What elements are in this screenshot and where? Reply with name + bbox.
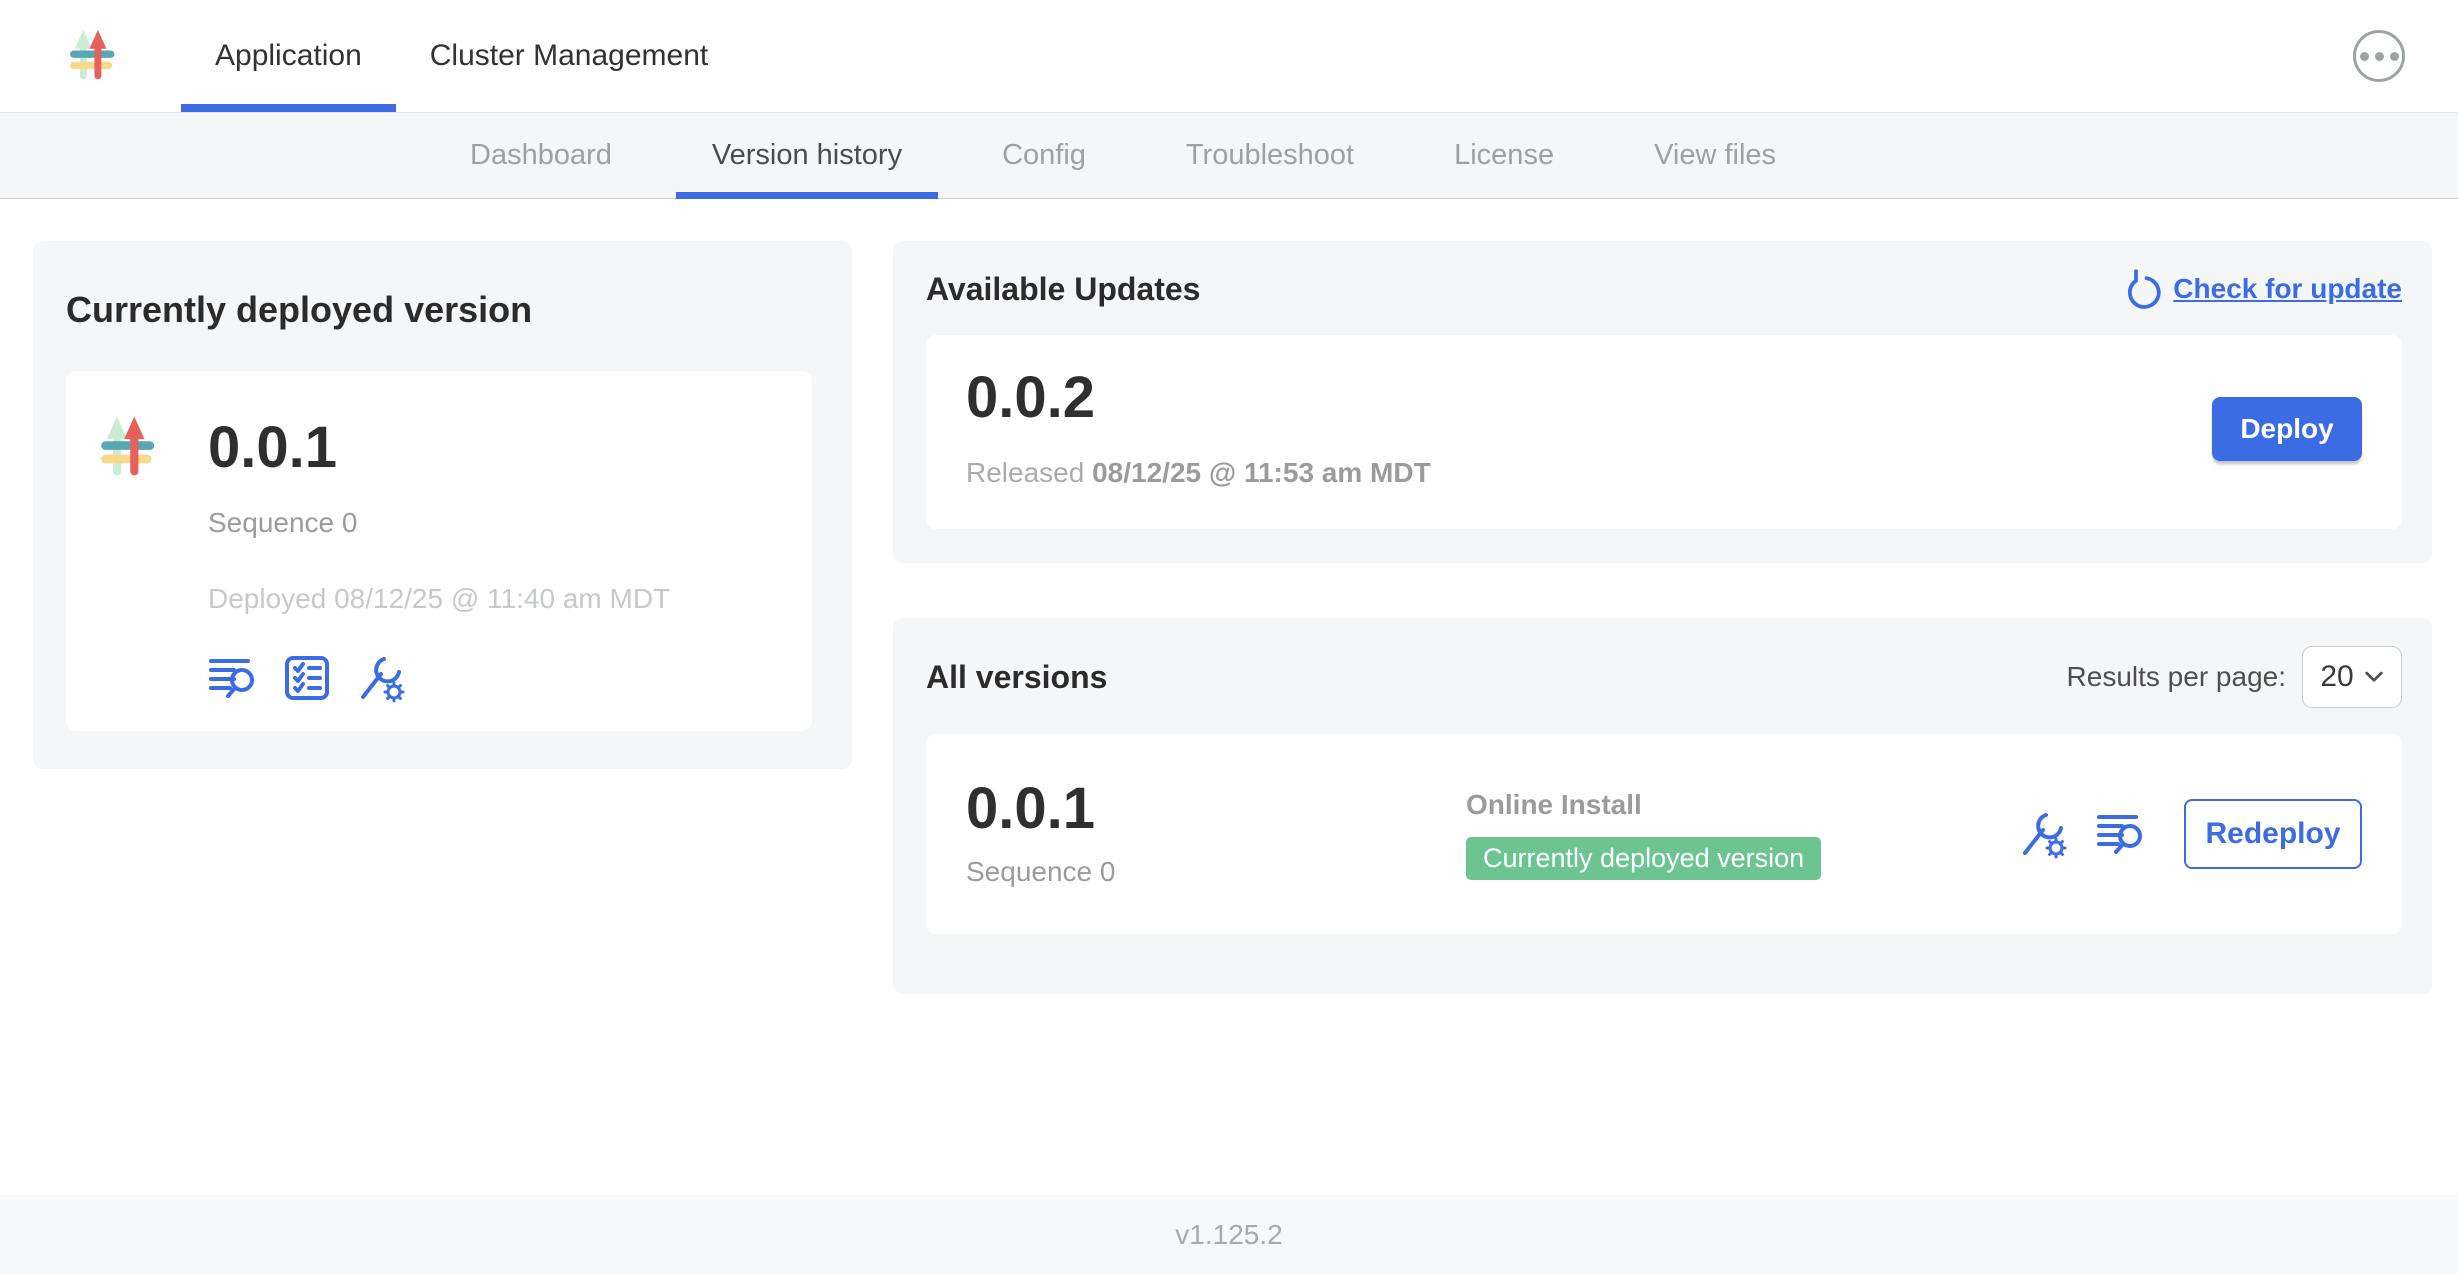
check-for-update-label: Check for update — [2173, 273, 2402, 305]
top-tab-cluster-management[interactable]: Cluster Management — [396, 0, 742, 112]
all-versions-title: All versions — [926, 659, 1107, 696]
row-version-number: 0.0.1 — [966, 780, 1466, 838]
deployed-actions — [208, 653, 670, 703]
redeploy-button[interactable]: Redeploy — [2184, 799, 2362, 869]
currently-deployed-card: Currently deployed version 0.0.1 Sequenc… — [33, 241, 852, 769]
results-per-page-label: Results per page: — [2067, 661, 2286, 693]
top-tab-application-label: Application — [215, 39, 362, 73]
deploy-button[interactable]: Deploy — [2212, 397, 2362, 461]
version-row-actions: Redeploy — [2018, 799, 2362, 869]
release-notes-search-icon[interactable] — [2096, 811, 2146, 857]
app-logo-icon — [57, 17, 137, 95]
chevron-down-icon — [2364, 671, 2384, 683]
footer: v1.125.2 — [0, 1195, 2458, 1274]
available-updates-card: Available Updates Check for update 0.0.2… — [893, 241, 2432, 563]
console-version: v1.125.2 — [1175, 1219, 1282, 1251]
tab-license[interactable]: License — [1418, 113, 1590, 198]
tab-view-files-label: View files — [1654, 139, 1776, 172]
app-logo-icon — [96, 399, 174, 703]
results-per-page-select[interactable]: 20 — [2302, 646, 2402, 708]
tab-troubleshoot-label: Troubleshoot — [1186, 139, 1354, 172]
version-row-status: Online Install Currently deployed versio… — [1466, 789, 2018, 880]
update-version-number: 0.0.2 — [966, 369, 1431, 427]
results-per-page: Results per page: 20 — [2067, 646, 2402, 708]
refresh-icon — [2121, 269, 2161, 309]
right-column: Available Updates Check for update 0.0.2… — [893, 241, 2432, 994]
release-notes-search-icon[interactable] — [208, 655, 258, 701]
available-update-row: 0.0.2 Released 08/12/25 @ 11:53 am MDT D… — [926, 335, 2402, 529]
currently-deployed-inner-card: 0.0.1 Sequence 0 Deployed 08/12/25 @ 11:… — [66, 371, 812, 731]
version-row-info: 0.0.1 Sequence 0 — [966, 780, 1466, 888]
released-date: 08/12/25 @ 11:53 am MDT — [1092, 457, 1431, 488]
deployed-version-number: 0.0.1 — [208, 419, 670, 477]
top-nav-tabs: Application Cluster Management — [181, 0, 742, 112]
config-wrench-gear-icon[interactable] — [2018, 809, 2068, 859]
preflight-checklist-icon[interactable] — [284, 655, 330, 701]
all-versions-card: All versions Results per page: 20 0.0.1 … — [893, 618, 2432, 994]
check-for-update-link[interactable]: Check for update — [2121, 269, 2402, 309]
tab-dashboard-label: Dashboard — [470, 139, 612, 172]
config-wrench-gear-icon[interactable] — [356, 653, 406, 703]
currently-deployed-title: Currently deployed version — [66, 289, 812, 331]
tab-version-history[interactable]: Version history — [676, 113, 938, 198]
tab-view-files[interactable]: View files — [1618, 113, 1812, 198]
tab-version-history-label: Version history — [712, 139, 902, 172]
tab-config[interactable]: Config — [966, 113, 1122, 198]
top-tab-cluster-management-label: Cluster Management — [430, 39, 708, 73]
install-type-label: Online Install — [1466, 789, 2018, 821]
status-badge: Currently deployed version — [1466, 837, 1821, 880]
released-label: Released — [966, 457, 1084, 488]
app-logo — [0, 0, 137, 112]
tab-config-label: Config — [1002, 139, 1086, 172]
tab-dashboard[interactable]: Dashboard — [434, 113, 648, 198]
app-subnav: Dashboard Version history Config Trouble… — [0, 113, 2458, 199]
top-tab-application[interactable]: Application — [181, 0, 396, 112]
deployed-timestamp: Deployed 08/12/25 @ 11:40 am MDT — [208, 583, 670, 615]
deployed-sequence: Sequence 0 — [208, 507, 670, 539]
update-released-timestamp: Released 08/12/25 @ 11:53 am MDT — [966, 457, 1431, 489]
row-sequence: Sequence 0 — [966, 856, 1466, 888]
topnav-spacer — [742, 0, 2353, 112]
main-content: Currently deployed version 0.0.1 Sequenc… — [0, 199, 2458, 1195]
deployed-version-info: 0.0.1 Sequence 0 Deployed 08/12/25 @ 11:… — [208, 399, 670, 703]
ellipsis-circle-icon[interactable] — [2353, 30, 2405, 82]
top-navbar: Application Cluster Management — [0, 0, 2458, 113]
tab-license-label: License — [1454, 139, 1554, 172]
version-row: 0.0.1 Sequence 0 Online Install Currentl… — [926, 734, 2402, 934]
update-info: 0.0.2 Released 08/12/25 @ 11:53 am MDT — [966, 369, 1431, 489]
results-per-page-value: 20 — [2320, 660, 2353, 694]
tab-troubleshoot[interactable]: Troubleshoot — [1150, 113, 1390, 198]
available-updates-title: Available Updates — [926, 271, 1200, 308]
